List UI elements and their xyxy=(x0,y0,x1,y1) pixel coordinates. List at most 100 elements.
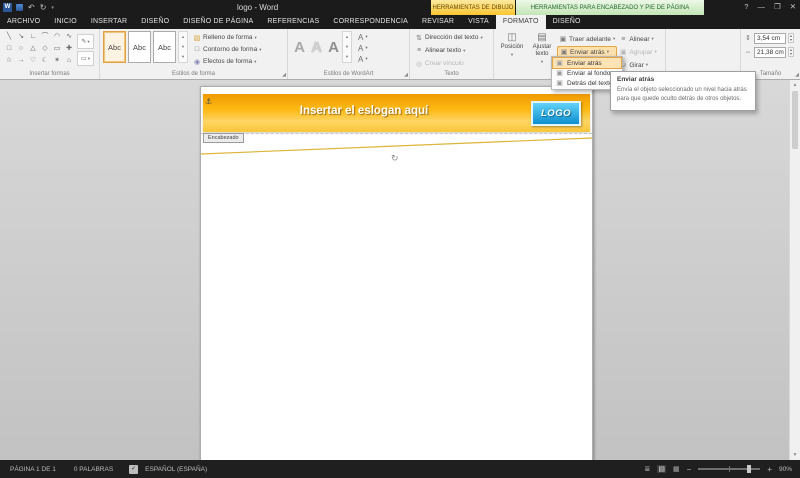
wordart-style-thumb[interactable]: A xyxy=(308,31,325,63)
shape-icon[interactable]: ▭ xyxy=(51,43,63,55)
shape-icon[interactable]: ◠ xyxy=(51,31,63,43)
shape-style-thumb[interactable]: Abc xyxy=(128,31,151,63)
width-spinner[interactable]: ▴ ▾ xyxy=(788,47,795,57)
shape-icon[interactable]: ◇ xyxy=(39,43,51,55)
word-count[interactable]: 0 PALABRAS xyxy=(74,466,113,473)
chevron-down-icon: ▾ xyxy=(606,49,609,54)
text-effects-button[interactable]: A ▾ xyxy=(358,54,368,64)
shape-width-input[interactable]: 21,38 cm xyxy=(754,46,786,58)
tab-inicio[interactable]: INICIO xyxy=(47,15,84,29)
gallery-down-icon[interactable]: ▾ xyxy=(346,44,348,50)
minimize-icon[interactable]: — xyxy=(757,2,765,11)
gallery-up-icon[interactable]: ▴ xyxy=(346,34,348,40)
tab-diseno-encabezado[interactable]: DISEÑO xyxy=(546,15,588,29)
scroll-up-icon[interactable]: ▲ xyxy=(790,80,800,90)
shape-icon[interactable]: △ xyxy=(27,43,39,55)
shape-icon[interactable]: ♡ xyxy=(27,55,39,67)
tab-revisar[interactable]: REVISAR xyxy=(415,15,461,29)
bring-forward-button[interactable]: ▣ Traer adelante ▾ xyxy=(557,33,617,45)
chevron-down-icon: ▾ xyxy=(540,58,544,64)
close-icon[interactable]: ✕ xyxy=(790,2,796,11)
chevron-down-icon: ▾ xyxy=(463,47,466,53)
shape-icon[interactable]: ∿ xyxy=(63,31,75,43)
create-link-button[interactable]: ◎ Crear vínculo xyxy=(413,57,490,70)
tab-correspondencia[interactable]: CORRESPONDENCIA xyxy=(326,15,415,29)
gallery-down-icon[interactable]: ▾ xyxy=(182,44,184,50)
proofing-icon[interactable]: ✓ xyxy=(129,464,139,474)
page-count[interactable]: PÁGINA 1 DE 1 xyxy=(10,466,56,473)
text-outline-icon: A xyxy=(358,43,364,53)
help-icon[interactable]: ? xyxy=(744,2,748,11)
shape-style-thumb[interactable]: Abc xyxy=(103,31,126,63)
chevron-down-icon: ▾ xyxy=(254,58,257,64)
header-banner-shape[interactable]: Insertar el eslogan aquí LOGO xyxy=(203,94,590,132)
read-mode-icon[interactable]: ≣ xyxy=(645,465,651,473)
gallery-up-icon[interactable]: ▴ xyxy=(182,34,184,40)
scroll-down-icon[interactable]: ▼ xyxy=(790,450,800,460)
edit-shape-button[interactable]: ✎ ▾ xyxy=(77,34,94,49)
zoom-in-icon[interactable]: + xyxy=(767,465,772,474)
shape-icon[interactable]: ∟ xyxy=(27,31,39,43)
shape-icon[interactable]: ✚ xyxy=(63,43,75,55)
zoom-out-icon[interactable]: − xyxy=(687,465,692,474)
word-app-icon[interactable]: W xyxy=(3,3,12,12)
document-page[interactable]: ⚓ Insertar el eslogan aquí LOGO Encabeza… xyxy=(200,86,593,460)
shape-icon[interactable]: → xyxy=(15,55,27,67)
language-indicator[interactable]: ESPAÑOL (ESPAÑA) xyxy=(145,466,207,473)
gallery-scroll[interactable]: ▴ ▾ ▾ xyxy=(342,31,352,63)
shape-icon[interactable]: ○ xyxy=(15,43,27,55)
group-objects-button[interactable]: ▣ Agrupar ▾ xyxy=(617,46,658,58)
restore-icon[interactable]: ❐ xyxy=(774,2,781,11)
wordart-style-thumb[interactable]: A xyxy=(325,31,342,63)
align-objects-button[interactable]: ≡ Alinear ▾ xyxy=(617,33,658,45)
web-layout-icon[interactable]: ▦ xyxy=(673,465,680,473)
height-spinner[interactable]: ▴ ▾ xyxy=(788,33,795,43)
text-fill-button[interactable]: A ▾ xyxy=(358,32,368,42)
shape-icon[interactable]: ☆ xyxy=(3,55,15,67)
tab-referencias[interactable]: REFERENCIAS xyxy=(260,15,326,29)
shape-icon[interactable]: ↘ xyxy=(15,31,27,43)
print-layout-icon[interactable]: ▤ xyxy=(657,465,667,473)
rotate-handle-icon[interactable]: ↻ xyxy=(391,153,399,164)
gallery-more-icon[interactable]: ▾ xyxy=(182,54,184,60)
customize-qat-icon[interactable]: ▾ xyxy=(51,5,54,11)
wordart-style-thumb[interactable]: A xyxy=(291,31,308,63)
gallery-scroll[interactable]: ▴ ▾ ▾ xyxy=(178,31,188,63)
logo-placeholder[interactable]: LOGO xyxy=(531,101,581,126)
tab-diseno-de-pagina[interactable]: DISEÑO DE PÁGINA xyxy=(176,15,260,29)
tab-insertar[interactable]: INSERTAR xyxy=(84,15,134,29)
save-icon[interactable] xyxy=(16,4,23,11)
shape-style-thumb[interactable]: Abc xyxy=(153,31,176,63)
position-button[interactable]: ◫ Posición ▾ xyxy=(497,31,527,71)
text-direction-button[interactable]: ⇅ Dirección del texto ▾ xyxy=(413,31,490,44)
shape-icon[interactable]: ☾ xyxy=(39,55,51,67)
zoom-slider[interactable] xyxy=(698,465,761,473)
text-box-button[interactable]: ▭ ▾ xyxy=(77,51,94,66)
zoom-level[interactable]: 90% xyxy=(779,466,792,473)
zoom-slider-thumb[interactable] xyxy=(746,465,751,473)
shape-icon[interactable]: ⌒ xyxy=(39,31,51,43)
scrollbar-thumb[interactable] xyxy=(792,91,798,149)
undo-icon[interactable]: ↶ xyxy=(28,3,35,12)
gallery-more-icon[interactable]: ▾ xyxy=(346,54,348,60)
vertical-scrollbar[interactable]: ▲ ▼ xyxy=(789,80,800,460)
shape-height-input[interactable]: 3,54 cm xyxy=(754,32,786,44)
menu-item-enviar-atras[interactable]: ▣ Enviar atrás xyxy=(552,57,622,69)
tab-diseno[interactable]: DISEÑO xyxy=(134,15,176,29)
tab-archivo[interactable]: ARCHIVO xyxy=(0,15,47,29)
shape-icon[interactable]: ✶ xyxy=(51,55,63,67)
tab-vista[interactable]: VISTA xyxy=(461,15,496,29)
text-outline-button[interactable]: A ▾ xyxy=(358,43,368,53)
shape-effects-button[interactable]: ◉ Efectos de forma ▾ xyxy=(191,56,263,67)
shape-outline-button[interactable]: □ Contorno de forma ▾ xyxy=(191,44,263,55)
chevron-down-icon: ▾ xyxy=(365,45,368,50)
tab-formato[interactable]: FORMATO xyxy=(495,15,546,29)
word-window: W ↶ ↻ ▾ logo - Word ? — ❐ ✕ HERRAMIENTAS… xyxy=(0,0,800,478)
shape-icon[interactable]: □ xyxy=(3,43,15,55)
align-text-button[interactable]: ≡ Alinear texto ▾ xyxy=(413,44,490,57)
slogan-text[interactable]: Insertar el eslogan aquí xyxy=(233,105,495,117)
shape-icon[interactable]: ╲ xyxy=(3,31,15,43)
shape-icon[interactable]: ⌂ xyxy=(63,55,75,67)
shape-fill-button[interactable]: ▨ Relleno de forma ▾ xyxy=(191,32,263,43)
redo-icon[interactable]: ↻ xyxy=(40,3,47,12)
